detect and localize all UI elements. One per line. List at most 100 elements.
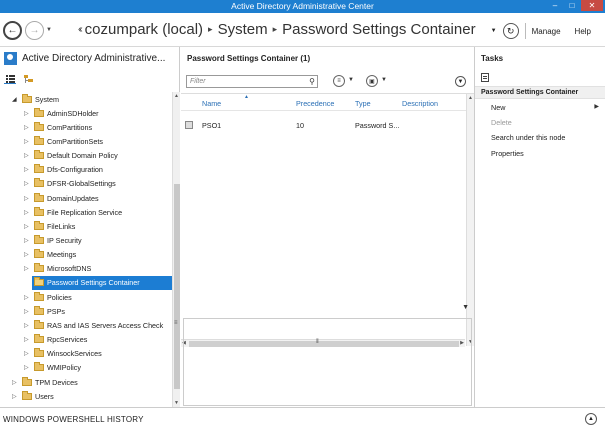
tree-item[interactable]: ▷ ComPartitionSets <box>24 134 172 148</box>
scrollbar-thumb[interactable] <box>174 184 180 389</box>
tree-item[interactable]: ▷ IP Security <box>24 234 172 248</box>
save-query-button[interactable]: ▣ <box>366 75 378 87</box>
collapsed-arrow-icon[interactable]: ▷ <box>24 124 32 131</box>
collapsed-arrow-icon[interactable]: ▷ <box>12 393 20 400</box>
tree-item[interactable]: ▷ TPM Devices <box>12 375 172 389</box>
collapsed-arrow-icon[interactable]: ▷ <box>12 379 20 386</box>
collapsed-arrow-icon[interactable]: ▷ <box>24 223 32 230</box>
scroll-down-icon[interactable]: ▼ <box>174 400 179 406</box>
breadcrumb-item-system[interactable]: System <box>218 21 268 38</box>
collapsed-arrow-icon[interactable]: ▷ <box>24 110 32 117</box>
history-dropdown-icon[interactable]: ▼ <box>46 27 52 33</box>
task-new[interactable]: New <box>491 103 505 112</box>
breadcrumb-item-current[interactable]: Password Settings Container <box>282 21 475 38</box>
collapsed-arrow-icon[interactable]: ▷ <box>24 138 32 145</box>
tree-item[interactable]: ▷ WinsockServices <box>24 347 172 361</box>
grip-icon: ≡ <box>174 320 178 326</box>
search-icon[interactable]: ⚲ <box>309 76 315 87</box>
collapsed-arrow-icon[interactable]: ▷ <box>24 364 32 371</box>
column-header-name[interactable]: Name <box>202 99 221 108</box>
breadcrumb-overflow-icon[interactable]: ‹‹ <box>78 24 82 35</box>
tree-item[interactable]: ▷ File Replication Service <box>24 205 172 219</box>
tasks-section-header[interactable]: Password Settings Container <box>475 86 605 99</box>
collapsed-arrow-icon[interactable]: ▷ <box>24 152 32 159</box>
collapsed-arrow-icon[interactable]: ▷ <box>24 237 32 244</box>
maximize-button[interactable]: □ <box>564 0 580 11</box>
collapsed-arrow-icon[interactable]: ▷ <box>24 350 32 357</box>
back-button[interactable]: ← <box>3 21 22 40</box>
help-menu[interactable]: Help <box>575 27 591 36</box>
column-header-description[interactable]: Description <box>402 99 438 108</box>
collapsed-arrow-icon[interactable]: ▷ <box>24 336 32 343</box>
tree-item[interactable]: ▷ AdminSDHolder <box>24 106 172 120</box>
chevron-down-icon[interactable]: ▼ <box>381 77 387 83</box>
collapsed-arrow-icon[interactable]: ▷ <box>24 265 32 272</box>
collapsed-arrow-icon[interactable]: ▷ <box>24 294 32 301</box>
expand-history-button[interactable]: ▲ <box>585 413 597 425</box>
tree-item[interactable]: Password Settings Container <box>32 275 172 290</box>
close-button[interactable]: ✕ <box>581 0 603 11</box>
tree-item[interactable]: ▷ ComPartitions <box>24 120 172 134</box>
tree-item-label: WinsockServices <box>47 349 102 359</box>
window-controls: – □ ✕ <box>546 0 603 13</box>
expanded-arrow-icon[interactable]: ◢ <box>12 96 20 103</box>
tree-icon <box>23 74 33 83</box>
list-view-tab[interactable] <box>4 74 16 84</box>
tree-item-label: File Replication Service <box>47 207 123 217</box>
task-properties[interactable]: Properties <box>491 149 524 158</box>
cell-name: PSO1 <box>202 121 222 130</box>
chevron-down-icon[interactable]: ▼ <box>348 77 354 83</box>
collapsed-arrow-icon[interactable]: ▷ <box>24 195 32 202</box>
powershell-history-bar[interactable]: WINDOWS POWERSHELL HISTORY ▲ <box>0 407 605 429</box>
collapsed-arrow-icon[interactable]: ▷ <box>24 251 32 258</box>
table-row[interactable]: PSO1 10 Password S... <box>181 118 466 132</box>
chevron-right-icon[interactable]: ▸ <box>208 24 213 35</box>
manage-menu[interactable]: Manage <box>532 27 561 36</box>
minimize-button[interactable]: – <box>547 0 563 11</box>
filter-input[interactable]: Filter ⚲ <box>186 75 318 88</box>
tree-item[interactable]: ▷ DFSR-GlobalSettings <box>24 177 172 191</box>
refresh-icon: ↻ <box>506 25 515 36</box>
collapsed-arrow-icon[interactable]: ▷ <box>24 308 32 315</box>
tree-scrollbar[interactable]: ▲ ≡ ▼ <box>172 92 180 407</box>
collapsed-arrow-icon[interactable]: ▷ <box>24 180 32 187</box>
expand-button[interactable]: ▼ <box>455 76 466 87</box>
collapsed-arrow-icon[interactable]: ▷ <box>24 166 32 173</box>
directory-icon <box>4 51 17 65</box>
column-header-precedence[interactable]: Precedence <box>296 99 334 108</box>
refresh-button[interactable]: ↻ <box>502 23 519 39</box>
tree-item[interactable]: ▷ RpcServices <box>24 333 172 347</box>
tree-item[interactable]: ▷ Meetings <box>24 248 172 262</box>
tree-item[interactable]: ▷ Users <box>12 389 172 403</box>
tree-item[interactable]: ◢ System <box>12 92 172 106</box>
tree-item[interactable]: ▷ Policies <box>24 290 172 304</box>
view-options-button[interactable]: ≡ <box>333 75 345 87</box>
task-search-under-node[interactable]: Search under this node <box>491 133 565 142</box>
chevron-down-icon[interactable]: ▼ <box>491 28 497 34</box>
tree-item[interactable]: ▷ MicrosoftDNS <box>24 262 172 276</box>
tree-view-tab[interactable] <box>22 74 34 84</box>
preview-pane <box>183 318 472 406</box>
scroll-up-icon[interactable]: ▲ <box>468 95 473 101</box>
column-header-type[interactable]: Type <box>355 99 371 108</box>
tree-item[interactable]: ▷ RAS and IAS Servers Access Check <box>24 318 172 332</box>
scroll-up-icon[interactable]: ▲ <box>174 93 179 99</box>
tree-item[interactable]: ▷ WMIPolicy <box>24 361 172 375</box>
collapsed-arrow-icon[interactable]: ▷ <box>24 209 32 216</box>
tree-item[interactable]: ▷ Dfs-Configuration <box>24 163 172 177</box>
tree-item[interactable]: ▷ DomainUpdates <box>24 191 172 205</box>
tree-item[interactable]: ▷ Default Domain Policy <box>24 149 172 163</box>
window-title: Active Directory Administrative Center <box>231 1 374 11</box>
breadcrumb-item-domain[interactable]: cozumpark (local) <box>85 21 203 38</box>
forward-button[interactable]: → <box>25 21 44 40</box>
clipboard-icon[interactable] <box>481 73 489 82</box>
folder-icon <box>34 249 44 259</box>
preview-toggle-icon[interactable]: ▼ <box>462 304 469 311</box>
chevron-right-icon[interactable]: ▸ <box>273 24 278 35</box>
tree-item[interactable]: ▷ FileLinks <box>24 219 172 233</box>
tree-item-label: FileLinks <box>47 221 76 231</box>
tree-item-label: PSPs <box>47 306 65 316</box>
collapsed-arrow-icon[interactable]: ▷ <box>24 322 32 329</box>
folder-icon <box>22 390 32 400</box>
tree-item[interactable]: ▷ PSPs <box>24 304 172 318</box>
